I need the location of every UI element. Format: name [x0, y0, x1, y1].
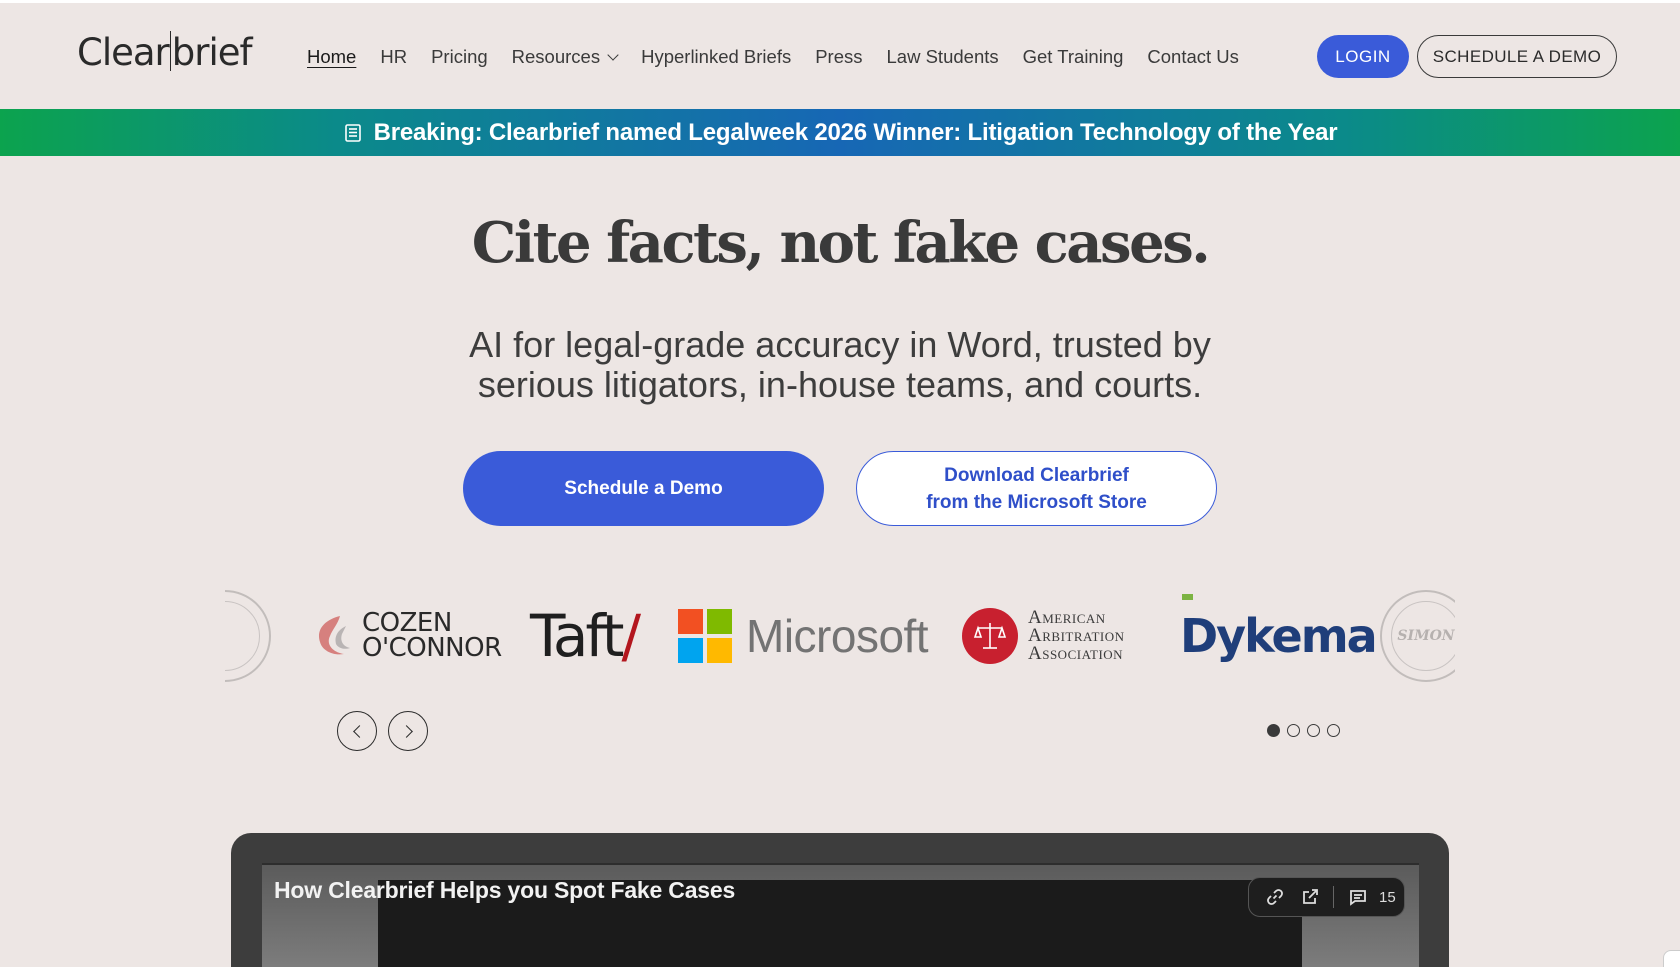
- download-line2: from the Microsoft Store: [926, 491, 1147, 513]
- site-header: Clearbrief Home HR Pricing Resources Hyp…: [0, 3, 1680, 109]
- nav-get-training[interactable]: Get Training: [1023, 46, 1124, 68]
- download-microsoft-store-button[interactable]: Download Clearbrief from the Microsoft S…: [856, 451, 1217, 526]
- microsoft-logo: Microsoft: [678, 585, 929, 687]
- carousel-prev-button[interactable]: [337, 711, 377, 751]
- nav-law-students[interactable]: Law Students: [887, 46, 999, 68]
- nav-home[interactable]: Home: [307, 46, 356, 68]
- schedule-demo-header-button[interactable]: SCHEDULE A DEMO: [1417, 35, 1617, 78]
- carousel-dot-4[interactable]: [1327, 724, 1340, 737]
- chevron-left-icon: [352, 724, 366, 738]
- clearbrief-logo[interactable]: Clearbrief: [77, 31, 253, 74]
- video-title[interactable]: How Clearbrief Helps you Spot Fake Cases: [274, 877, 735, 904]
- cozen-line2: O'CONNOR: [362, 633, 502, 663]
- aaa-logo: American Arbitration Association: [962, 585, 1125, 687]
- carousel-dot-1[interactable]: [1267, 724, 1280, 737]
- chat-widget[interactable]: [1663, 950, 1680, 967]
- seal-logo-left: [225, 585, 271, 687]
- nav-resources-label: Resources: [511, 46, 601, 67]
- hero-subhead-line1: AI for legal-grade accuracy in Word, tru…: [469, 324, 1211, 365]
- newspaper-icon: [344, 123, 361, 142]
- comment-icon[interactable]: [1346, 885, 1370, 909]
- dykema-text: Dykema: [1180, 609, 1378, 663]
- microsoft-text: Microsoft: [746, 610, 929, 662]
- carousel-dots: [1267, 724, 1347, 737]
- external-link-icon[interactable]: [1298, 885, 1322, 909]
- comment-count: 15: [1379, 888, 1396, 906]
- client-logos-carousel: COZEN O'CONNOR Taft / Microsoft American …: [225, 585, 1455, 687]
- taft-text: Taft: [530, 602, 624, 670]
- schedule-demo-button[interactable]: Schedule a Demo: [463, 451, 824, 526]
- carousel-dot-3[interactable]: [1307, 724, 1320, 737]
- seal-right-text: SIMON: [1391, 601, 1455, 671]
- hero-subhead-line2: serious litigators, in-house teams, and …: [477, 364, 1203, 405]
- hero-headline: Cite facts, not fake cases.: [471, 210, 1211, 276]
- scales-icon: [962, 608, 1018, 664]
- login-button[interactable]: LOGIN: [1317, 35, 1409, 78]
- announcement-banner[interactable]: Breaking: Clearbrief named Legalweek 202…: [0, 109, 1680, 156]
- nav-contact-us[interactable]: Contact Us: [1147, 46, 1239, 68]
- nav-press[interactable]: Press: [815, 46, 862, 68]
- taft-logo: Taft /: [530, 585, 641, 687]
- cozen-mark-icon: [310, 612, 354, 660]
- cozen-oconnor-logo: COZEN O'CONNOR: [310, 585, 502, 687]
- seal-logo-right: SIMON: [1380, 585, 1455, 687]
- nav-resources[interactable]: Resources: [511, 46, 619, 68]
- microsoft-grid-icon: [678, 609, 732, 663]
- chevron-right-icon: [399, 724, 413, 738]
- link-icon[interactable]: [1263, 885, 1287, 909]
- taft-slash: /: [621, 602, 641, 670]
- dykema-accent-mark: [1182, 594, 1193, 600]
- nav-hr[interactable]: HR: [380, 46, 407, 68]
- carousel-dot-2[interactable]: [1287, 724, 1300, 737]
- main-nav: Home HR Pricing Resources Hyperlinked Br…: [307, 46, 1263, 68]
- banner-text: Breaking: Clearbrief named Legalweek 202…: [373, 118, 1338, 146]
- nav-pricing[interactable]: Pricing: [431, 46, 488, 68]
- chevron-down-icon: [607, 49, 619, 61]
- nav-hyperlinked-briefs[interactable]: Hyperlinked Briefs: [641, 46, 791, 68]
- carousel-next-button[interactable]: [388, 711, 428, 751]
- hero-subhead: AI for legal-grade accuracy in Word, tru…: [340, 325, 1340, 405]
- download-line1: Download Clearbrief: [944, 464, 1129, 486]
- video-toolbar: 15: [1248, 877, 1405, 917]
- aaa-line3: Association: [1028, 643, 1124, 664]
- toolbar-divider: [1333, 886, 1334, 908]
